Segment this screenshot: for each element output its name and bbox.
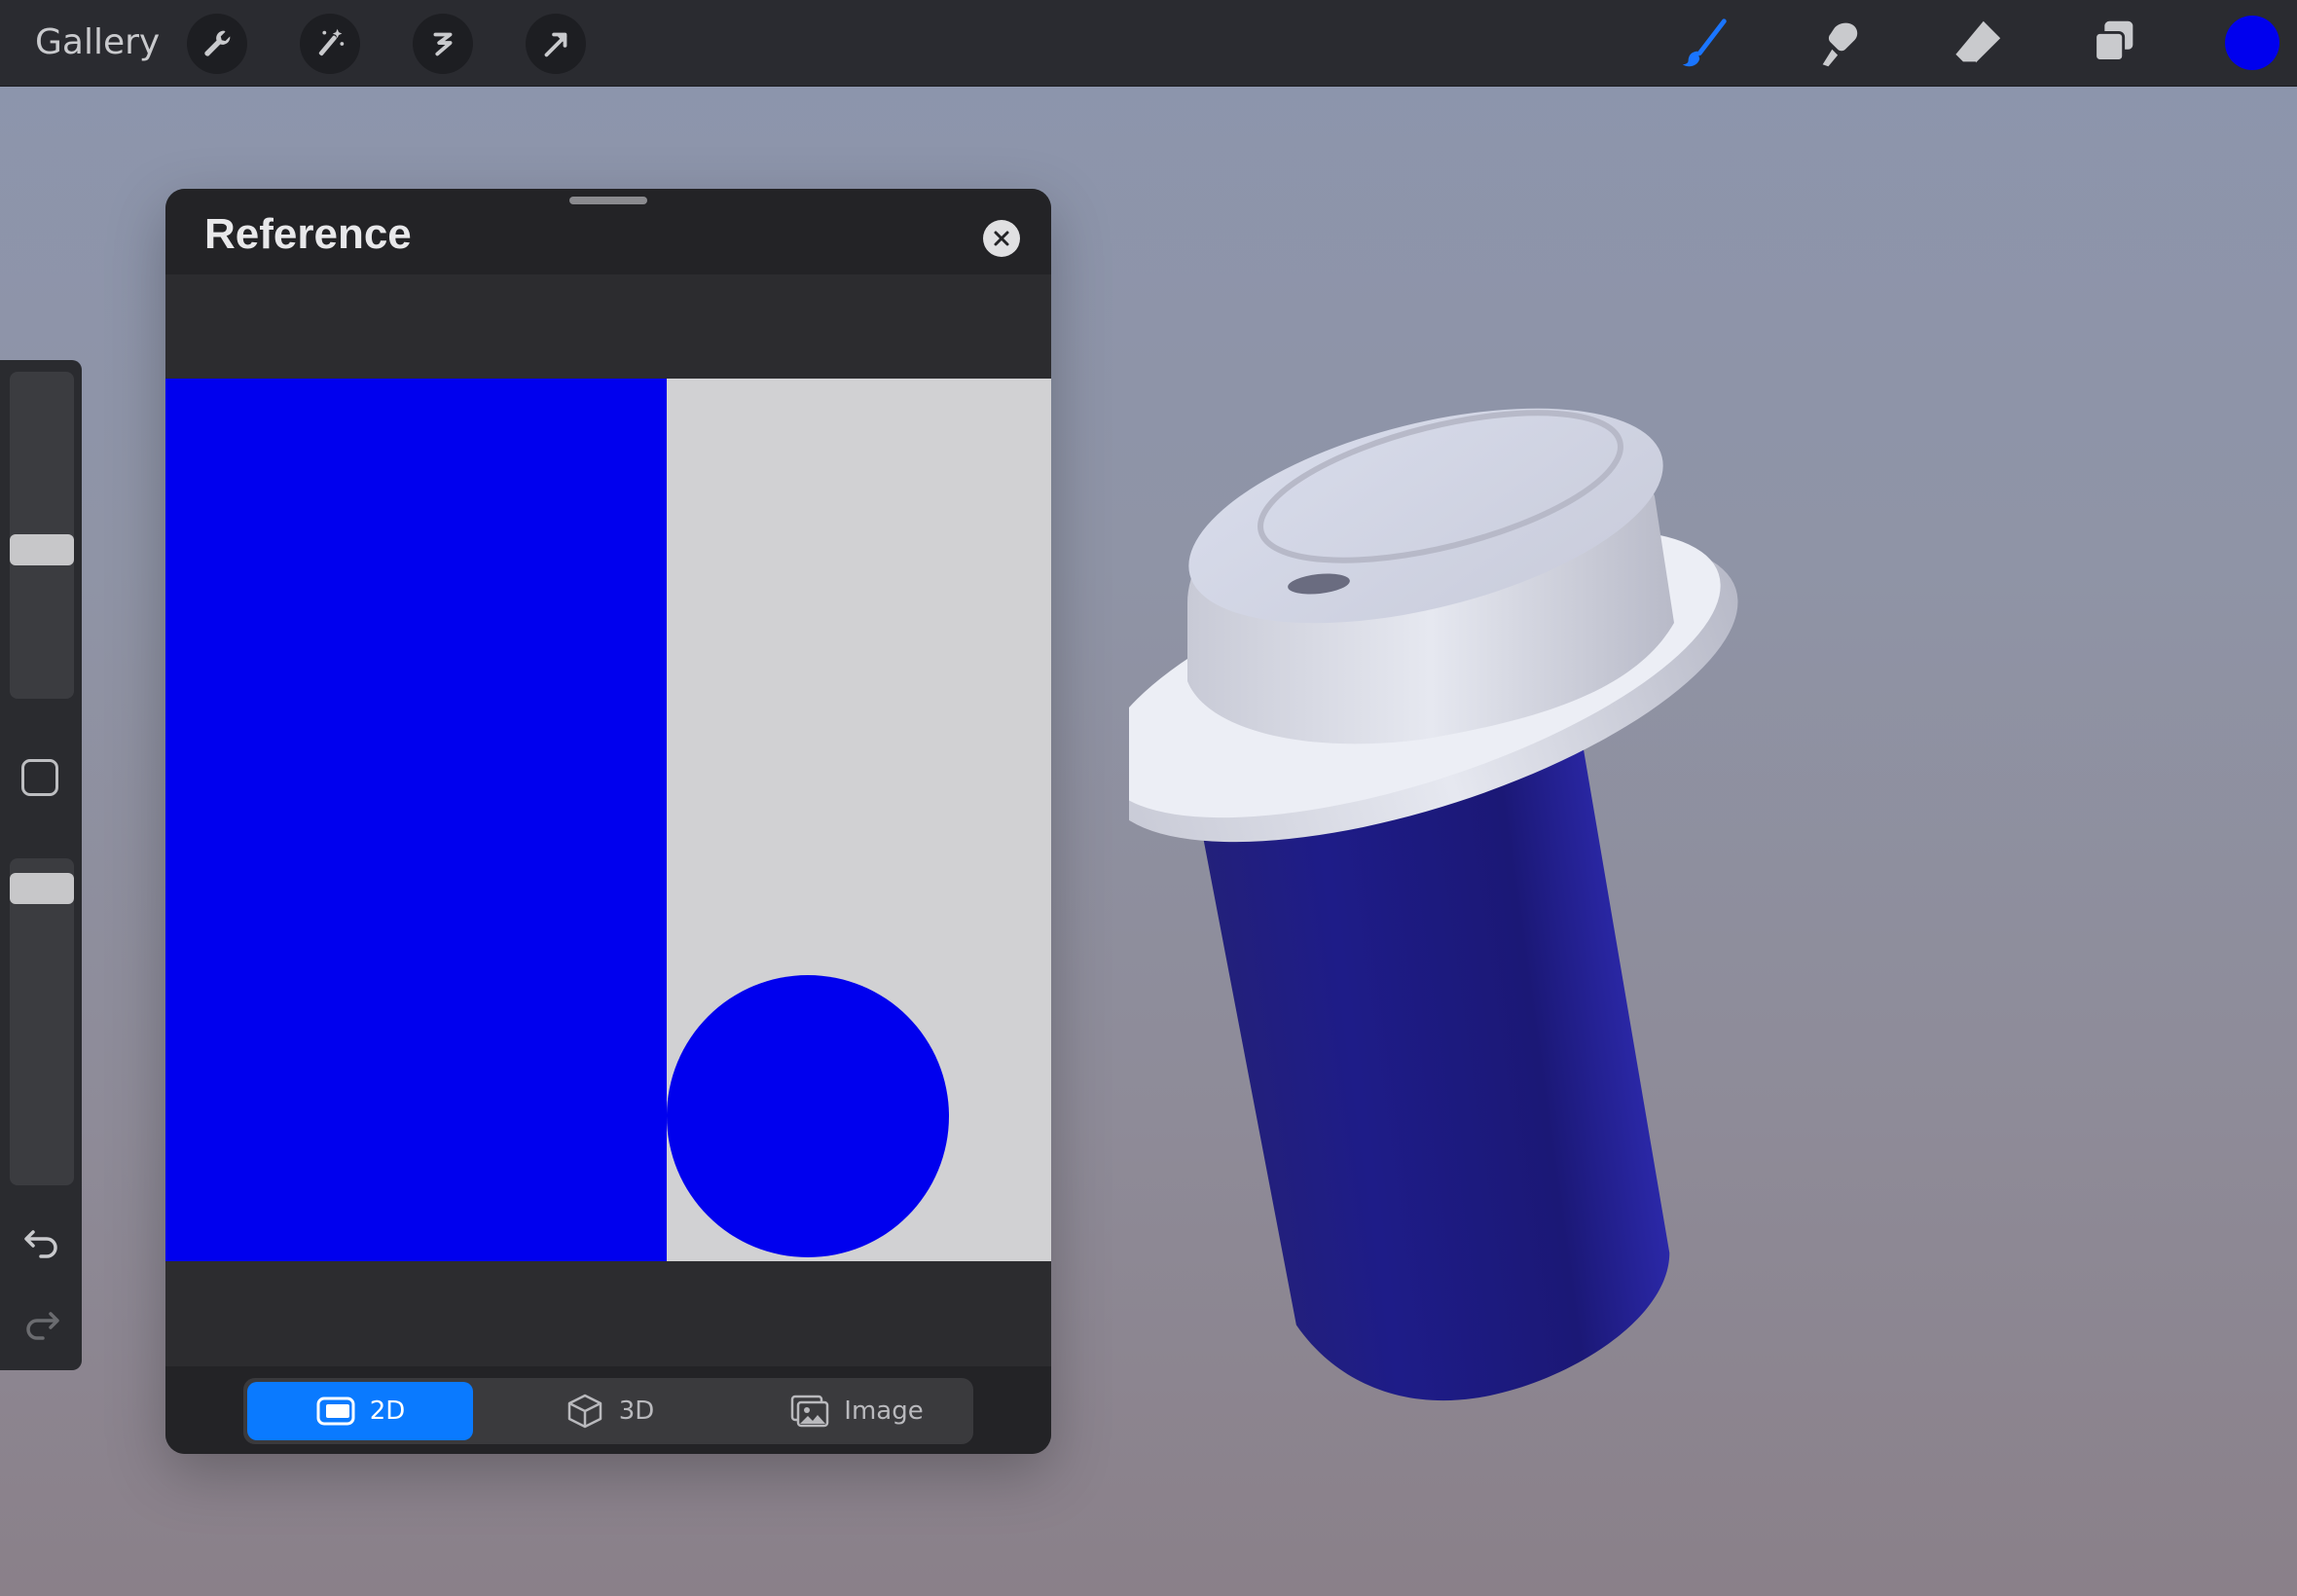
left-sidebar — [0, 360, 82, 1370]
mode-image-label: Image — [844, 1396, 924, 1426]
mode-3d-button[interactable]: 3D — [496, 1382, 722, 1440]
actions-button[interactable] — [187, 14, 247, 74]
mode-3d-label: 3D — [618, 1396, 655, 1426]
modify-square-icon[interactable] — [21, 759, 58, 796]
mode-image-button[interactable]: Image — [744, 1382, 969, 1440]
eraser-tool-button[interactable] — [1947, 14, 2009, 74]
mode-2d-button[interactable]: 2D — [247, 1382, 473, 1440]
smudge-icon — [1822, 22, 1858, 67]
mode-2d-label: 2D — [369, 1396, 406, 1426]
preview-blue-circle — [667, 975, 949, 1257]
selection-icon — [433, 32, 453, 56]
reference-title: Reference — [204, 210, 412, 258]
reference-panel: Reference 2D 3D Image — [165, 189, 1051, 1454]
layers-button[interactable] — [2083, 14, 2145, 74]
layers-icon — [2094, 20, 2133, 62]
redo-icon[interactable] — [19, 1300, 64, 1345]
reference-header: Reference — [165, 189, 1051, 274]
transform-arrow-icon — [544, 32, 567, 57]
magic-wand-icon — [318, 28, 345, 56]
adjustments-button[interactable] — [300, 14, 360, 74]
coffee-cup-3d-model[interactable] — [1129, 370, 1830, 1421]
eraser-icon — [1954, 20, 2001, 64]
smudge-tool-button[interactable] — [1810, 14, 1873, 74]
image-icon — [791, 1395, 829, 1428]
2d-icon — [316, 1396, 355, 1426]
close-reference-button[interactable] — [983, 220, 1020, 257]
gallery-button[interactable]: Gallery — [35, 19, 160, 66]
transform-button[interactable] — [526, 14, 586, 74]
opacity-thumb[interactable] — [10, 873, 74, 905]
preview-blue-rectangle — [165, 379, 667, 1261]
reference-canvas-preview[interactable] — [165, 379, 1051, 1261]
top-toolbar: Gallery — [0, 0, 2297, 87]
reference-mode-control: 2D 3D Image — [243, 1378, 973, 1444]
undo-icon[interactable] — [19, 1218, 64, 1263]
brush-size-thumb[interactable] — [10, 534, 74, 566]
panel-drag-handle[interactable] — [569, 197, 647, 204]
brush-tool-button[interactable] — [1674, 14, 1736, 74]
selection-button[interactable] — [413, 14, 473, 74]
color-button[interactable] — [2225, 16, 2279, 70]
close-icon — [994, 231, 1009, 246]
brush-icon — [1682, 18, 1727, 67]
3d-cube-icon — [567, 1394, 602, 1429]
opacity-slider[interactable] — [10, 858, 74, 1185]
wrench-icon — [204, 30, 231, 56]
